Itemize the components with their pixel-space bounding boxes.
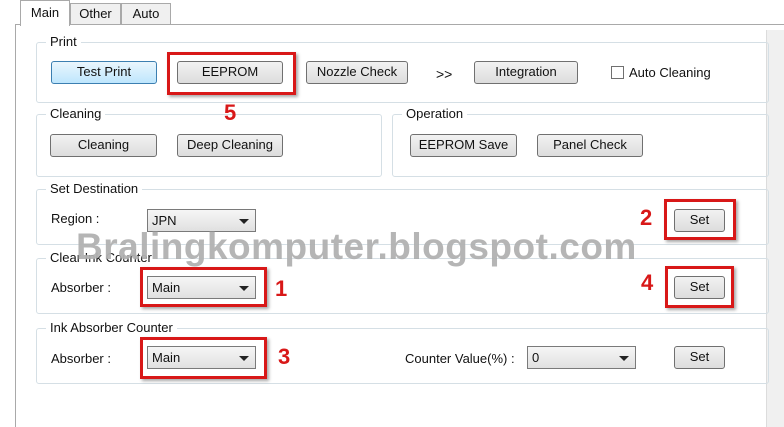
- auto-cleaning-checkbox[interactable]: [611, 66, 624, 79]
- panel-check-button[interactable]: Panel Check: [537, 134, 643, 157]
- operation-group-title: Operation: [402, 106, 468, 122]
- cleaning-group-title: Cleaning: [46, 106, 106, 122]
- clear-absorber-label: Absorber :: [51, 280, 111, 295]
- annotation-number-3: 3: [278, 344, 291, 369]
- print-group-title: Print: [46, 34, 81, 50]
- ink-absorber-label: Absorber :: [51, 351, 111, 366]
- annotation-box-eeprom: [167, 52, 296, 95]
- region-label: Region :: [51, 211, 100, 226]
- test-print-button[interactable]: Test Print: [51, 61, 157, 84]
- counter-value-select-value: 0: [532, 350, 540, 365]
- annotation-number-1: 1: [275, 276, 288, 301]
- ink-absorber-set-button[interactable]: Set: [674, 346, 725, 369]
- chevron-down-icon: [239, 219, 249, 224]
- counter-value-label: Counter Value(%) :: [405, 351, 515, 366]
- tab-auto[interactable]: Auto: [121, 3, 171, 24]
- annotation-box-clear-set: [665, 266, 734, 308]
- annotation-number-2: 2: [640, 205, 653, 230]
- ink-absorber-counter-group-title: Ink Absorber Counter: [46, 320, 177, 336]
- auto-cleaning-label: Auto Cleaning: [629, 65, 711, 80]
- chevron-down-icon: [619, 356, 629, 361]
- counter-value-select[interactable]: 0: [527, 346, 636, 369]
- eeprom-save-button[interactable]: EEPROM Save: [410, 134, 517, 157]
- integration-button[interactable]: Integration: [474, 61, 578, 84]
- tab-main[interactable]: Main: [20, 0, 70, 26]
- annotation-box-ink-absorber: [140, 337, 267, 379]
- tab-bar: Main Other Auto: [0, 0, 784, 26]
- set-destination-group-title: Set Destination: [46, 181, 143, 197]
- annotation-box-set-destination: [664, 199, 736, 240]
- annotation-box-clear-absorber: [140, 267, 267, 307]
- tab-other[interactable]: Other: [70, 3, 121, 24]
- nozzle-check-button[interactable]: Nozzle Check: [306, 61, 408, 84]
- annotation-number-5: 5: [224, 100, 237, 125]
- deep-cleaning-button[interactable]: Deep Cleaning: [177, 134, 283, 157]
- annotation-number-4: 4: [641, 270, 654, 295]
- watermark-text: Bralingkomputer.blogspot.com: [76, 226, 637, 267]
- more-arrows: >>: [436, 66, 453, 82]
- cleaning-button[interactable]: Cleaning: [50, 134, 157, 157]
